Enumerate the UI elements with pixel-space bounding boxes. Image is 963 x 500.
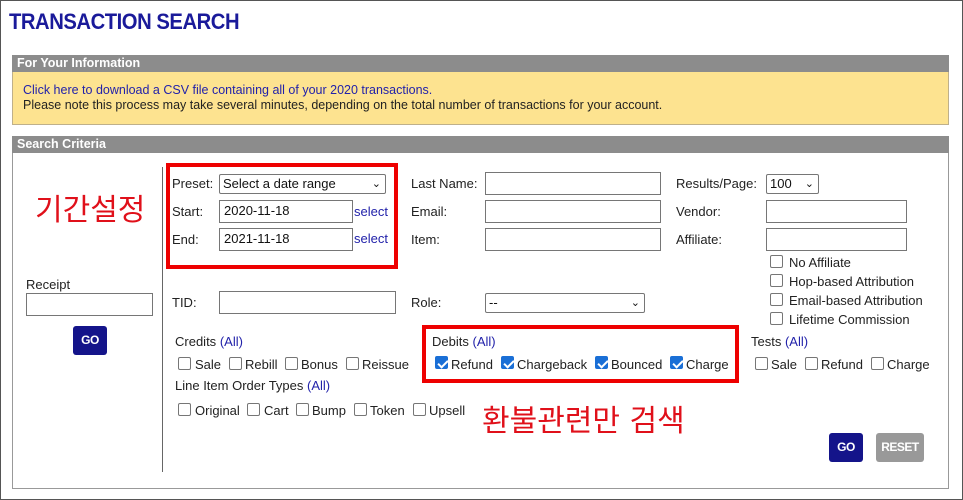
test-refund-label: Refund	[821, 357, 863, 372]
item-input[interactable]	[485, 228, 661, 251]
receipt-input[interactable]	[26, 293, 153, 316]
receipt-go-button[interactable]: GO	[73, 326, 107, 355]
tests-label: Tests	[751, 334, 782, 349]
last-name-input[interactable]	[485, 172, 661, 195]
line-item-label: Line Item Order Types	[175, 378, 304, 393]
results-per-page-label: Results/Page:	[676, 176, 757, 191]
credit-reissue-label: Reissue	[362, 357, 409, 372]
test-charge-checkbox[interactable]	[871, 357, 884, 370]
tid-label: TID:	[172, 295, 197, 310]
affiliate-label: Affiliate:	[676, 232, 723, 247]
search-panel-header: Search Criteria	[12, 136, 949, 153]
receipt-label: Receipt	[26, 277, 71, 292]
line-item-original-label: Original	[195, 403, 240, 418]
results-per-page-select[interactable]: 100 ⌄	[766, 174, 819, 194]
email-based-attribution-checkbox[interactable]	[770, 293, 783, 306]
credits-heading: Credits (All)	[175, 334, 243, 349]
tid-input[interactable]	[219, 291, 396, 314]
chevron-down-icon: ⌄	[804, 178, 814, 190]
info-panel-header: For Your Information	[12, 55, 949, 72]
vendor-label: Vendor:	[676, 204, 721, 219]
test-refund-checkbox[interactable]	[805, 357, 818, 370]
line-item-upsell-checkbox[interactable]	[413, 403, 426, 416]
line-item-heading: Line Item Order Types (All)	[175, 378, 330, 393]
vendor-input[interactable]	[766, 200, 907, 223]
tests-all-link[interactable]: (All)	[785, 334, 808, 349]
line-item-bump-checkbox[interactable]	[296, 403, 309, 416]
no-affiliate-checkbox[interactable]	[770, 255, 783, 268]
line-item-token-checkbox[interactable]	[354, 403, 367, 416]
period-annotation: 기간설정	[35, 193, 146, 228]
info-panel: Click here to download a CSV file contai…	[12, 72, 949, 125]
lifetime-commission-checkbox[interactable]	[770, 312, 783, 325]
line-item-all-link[interactable]: (All)	[307, 378, 330, 393]
line-item-cart-checkbox[interactable]	[247, 403, 260, 416]
date-range-highlight	[166, 163, 398, 269]
hop-based-attribution-checkbox[interactable]	[770, 274, 783, 287]
credit-rebill-checkbox[interactable]	[229, 357, 242, 370]
chevron-down-icon: ⌄	[630, 297, 640, 309]
affiliate-input[interactable]	[766, 228, 907, 251]
credit-bonus-checkbox[interactable]	[285, 357, 298, 370]
csv-download-link[interactable]: Click here to download a CSV file contai…	[23, 83, 432, 97]
tests-heading: Tests (All)	[751, 334, 808, 349]
role-label: Role:	[411, 295, 442, 310]
item-label: Item:	[411, 232, 440, 247]
credit-sale-label: Sale	[195, 357, 222, 372]
line-item-bump-label: Bump	[312, 403, 346, 418]
line-item-upsell-label: Upsell	[429, 403, 466, 418]
hop-based-attribution-label: Hop-based Attribution	[789, 274, 915, 289]
search-go-button[interactable]: GO	[829, 433, 863, 462]
debits-highlight	[422, 325, 739, 383]
reset-button[interactable]: RESET	[876, 433, 924, 462]
page-title: TRANSACTION SEARCH	[9, 9, 240, 34]
line-item-original-checkbox[interactable]	[178, 403, 191, 416]
test-sale-label: Sale	[771, 357, 798, 372]
info-note: Please note this process may take severa…	[23, 98, 663, 112]
lifetime-commission-label: Lifetime Commission	[789, 312, 910, 327]
line-item-token-label: Token	[370, 403, 405, 418]
last-name-label: Last Name:	[411, 176, 478, 191]
role-select-value: --	[489, 295, 498, 310]
email-input[interactable]	[485, 200, 661, 223]
credits-label: Credits	[175, 334, 217, 349]
credit-reissue-checkbox[interactable]	[346, 357, 359, 370]
test-charge-label: Charge	[887, 357, 930, 372]
column-divider	[162, 167, 163, 472]
email-label: Email:	[411, 204, 448, 219]
credits-all-link[interactable]: (All)	[220, 334, 243, 349]
credit-bonus-label: Bonus	[301, 357, 338, 372]
line-item-cart-label: Cart	[264, 403, 289, 418]
role-select[interactable]: -- ⌄	[485, 293, 645, 313]
credit-sale-checkbox[interactable]	[178, 357, 191, 370]
refund-only-annotation: 환불관련만 검색	[482, 404, 685, 439]
email-based-attribution-label: Email-based Attribution	[789, 293, 923, 308]
credit-rebill-label: Rebill	[245, 357, 278, 372]
no-affiliate-label: No Affiliate	[789, 255, 851, 270]
test-sale-checkbox[interactable]	[755, 357, 768, 370]
results-per-page-value: 100	[770, 176, 792, 191]
